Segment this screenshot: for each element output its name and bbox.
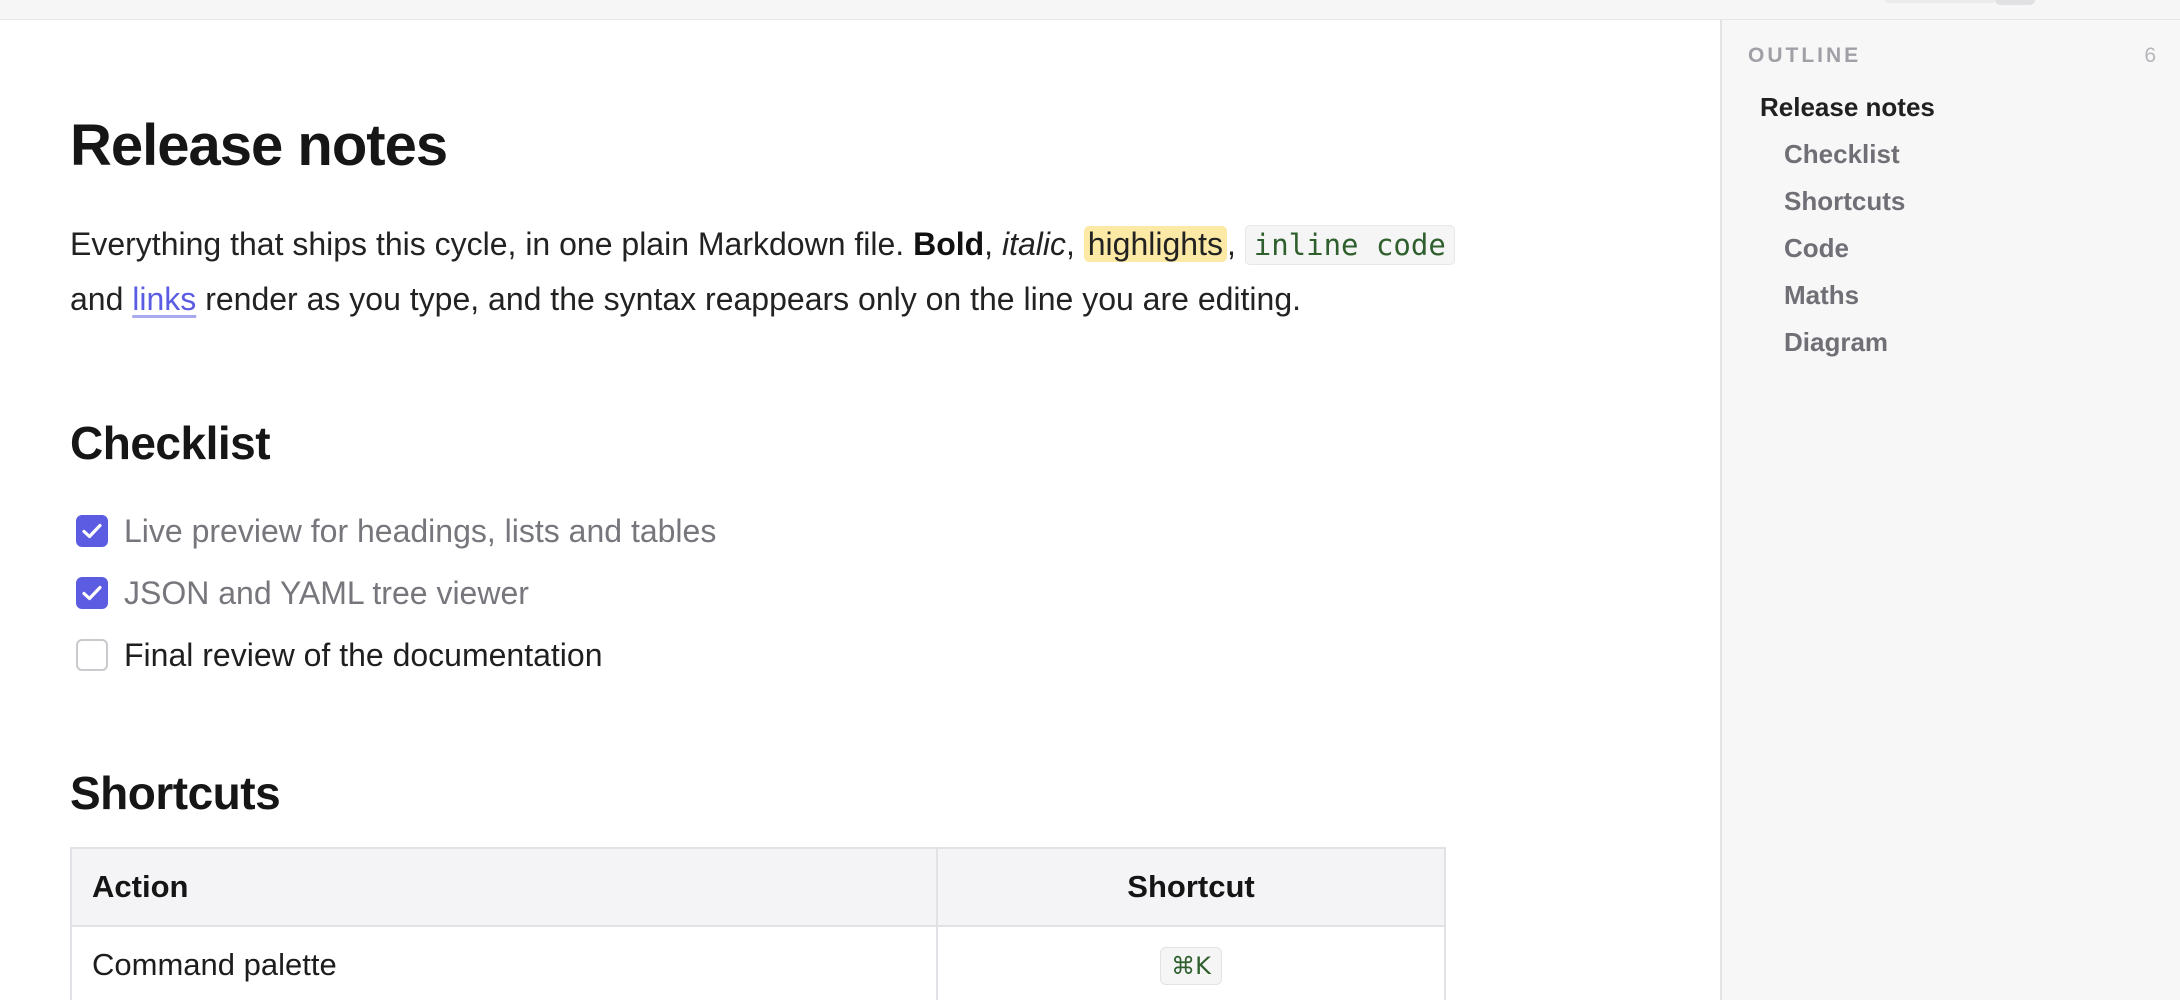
task-item: Final review of the documentation xyxy=(76,624,716,686)
outline-item-shortcuts[interactable]: Shortcuts xyxy=(1722,178,1935,225)
outline-item-diagram[interactable]: Diagram xyxy=(1722,319,1935,366)
table-row: Command palette ⌘K xyxy=(70,925,1446,1000)
toolbar-edge-handle xyxy=(1995,0,2035,5)
column-header-action[interactable]: Action xyxy=(70,847,938,927)
table-cell-shortcut[interactable]: ⌘K xyxy=(936,925,1446,1000)
page-title[interactable]: Release notes xyxy=(70,112,448,179)
outline-panel: OUTLINE 6 Release notes Checklist Shortc… xyxy=(1720,20,2180,1000)
keyboard-shortcut: ⌘K xyxy=(1160,946,1222,985)
intro-text: and xyxy=(70,281,133,317)
inline-code: inline code xyxy=(1244,225,1455,265)
outline-title: OUTLINE xyxy=(1748,44,1862,67)
shortcuts-table: Action Shortcut Command palette ⌘K xyxy=(70,847,1446,1000)
table-header-row: Action Shortcut xyxy=(70,847,1446,927)
window-top-bar xyxy=(0,0,2180,20)
shortcuts-heading[interactable]: Shortcuts xyxy=(70,766,281,820)
task-list: Live preview for headings, lists and tab… xyxy=(76,500,716,686)
task-label: Live preview for headings, lists and tab… xyxy=(124,512,717,549)
task-checkbox[interactable] xyxy=(76,639,108,671)
checkmark-icon xyxy=(82,585,102,601)
outline-item-maths[interactable]: Maths xyxy=(1722,272,1935,319)
outline-item-checklist[interactable]: Checklist xyxy=(1722,131,1935,178)
bold-text: Bold xyxy=(913,226,985,262)
highlight-text: highlights xyxy=(1083,226,1227,262)
toolbar-edge xyxy=(1885,0,1995,3)
task-checkbox[interactable] xyxy=(76,515,108,547)
task-checkbox[interactable] xyxy=(76,577,108,609)
task-item: JSON and YAML tree viewer xyxy=(76,562,716,624)
outline-list: Release notes Checklist Shortcuts Code M… xyxy=(1722,84,1935,366)
task-item: Live preview for headings, lists and tab… xyxy=(76,500,716,562)
intro-text: Everything that ships this cycle, in one… xyxy=(70,226,914,262)
checkmark-icon xyxy=(82,523,102,539)
intro-paragraph[interactable]: Everything that ships this cycle, in one… xyxy=(70,217,1460,326)
intro-text: , xyxy=(1065,226,1084,262)
outline-item-release-notes[interactable]: Release notes xyxy=(1722,84,1935,131)
task-label: Final review of the documentation xyxy=(124,636,603,673)
checklist-heading[interactable]: Checklist xyxy=(70,416,271,470)
intro-text: , xyxy=(984,226,1002,262)
italic-text: italic xyxy=(1001,226,1066,262)
intro-text: , xyxy=(1226,226,1245,262)
inline-link[interactable]: links xyxy=(132,281,196,317)
intro-text: render as you type, and the syntax reapp… xyxy=(196,281,1301,317)
column-header-shortcut[interactable]: Shortcut xyxy=(936,847,1446,927)
outline-count: 6 xyxy=(2144,44,2156,67)
table-cell-action[interactable]: Command palette xyxy=(70,925,938,1000)
task-label: JSON and YAML tree viewer xyxy=(124,574,529,611)
outline-item-code[interactable]: Code xyxy=(1722,225,1935,272)
editor-pane[interactable]: Release notes Everything that ships this… xyxy=(0,20,1720,1000)
